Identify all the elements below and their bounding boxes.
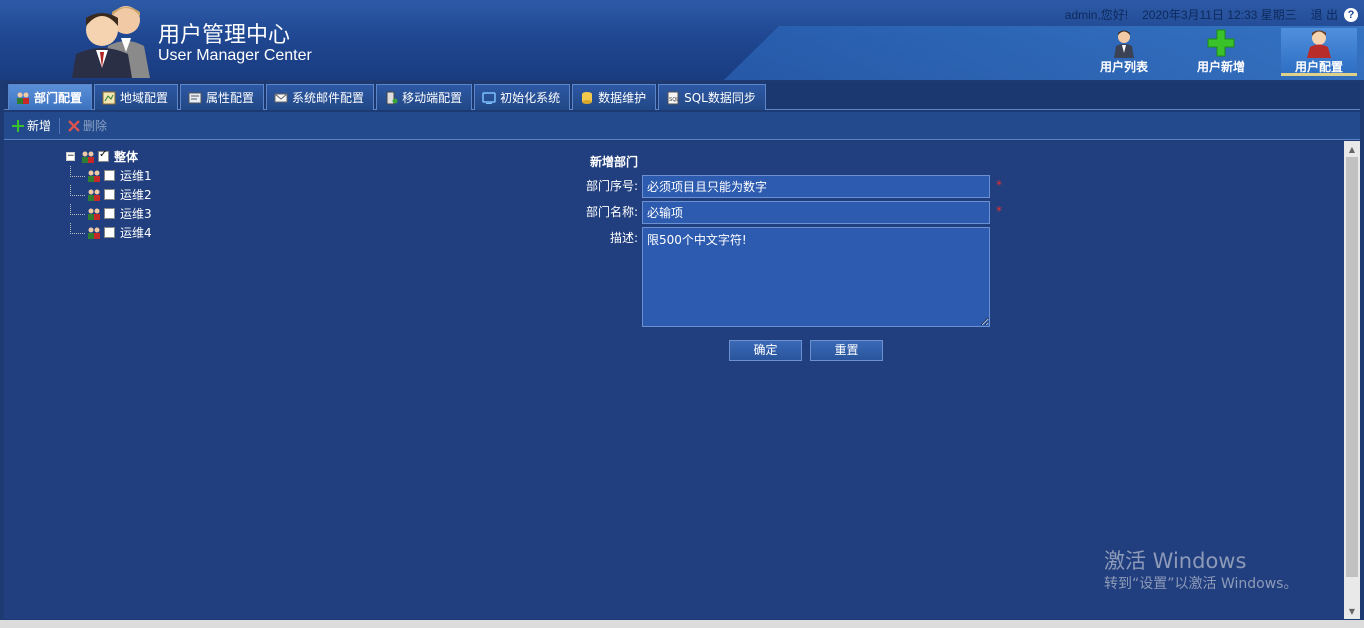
seq-label: 部门序号: bbox=[585, 179, 638, 193]
tree-node-label: 运维3 bbox=[120, 207, 152, 221]
seq-row: 部门序号: * bbox=[560, 175, 1002, 198]
activation-watermark-subtitle: 转到“设置”以激活 Windows。 bbox=[1104, 576, 1298, 592]
datetime-text: 2020年3月11日 12:33 星期三 bbox=[1142, 8, 1297, 22]
desc-label: 描述: bbox=[609, 231, 638, 245]
tab-label: 部门配置 bbox=[34, 91, 83, 105]
svg-text:SQL: SQL bbox=[669, 97, 679, 103]
tree-node[interactable]: 运维1 bbox=[86, 166, 152, 185]
name-input[interactable] bbox=[642, 201, 990, 224]
top-info-bar: admin,您好! 2020年3月11日 12:33 星期三 退 出 ? bbox=[1065, 6, 1358, 23]
tree-root-label: 整体 bbox=[114, 150, 139, 164]
add-button-label: 新增 bbox=[27, 119, 52, 133]
delete-icon bbox=[68, 119, 80, 132]
tab-mobile-config[interactable]: 移动端配置 bbox=[376, 84, 473, 110]
logout-link[interactable]: 退 出 bbox=[1311, 6, 1338, 23]
tab-label: 数据维护 bbox=[598, 91, 647, 105]
seq-input[interactable] bbox=[642, 175, 990, 198]
user-icon bbox=[1114, 30, 1134, 58]
tab-label: 地域配置 bbox=[120, 91, 169, 105]
attribute-icon bbox=[188, 92, 202, 103]
window-bottom-edge bbox=[0, 620, 1364, 628]
tree-node-label: 运维1 bbox=[120, 169, 152, 183]
app-title-cn: 用户管理中心 bbox=[158, 23, 291, 48]
app-title-en: User Manager Center bbox=[158, 47, 312, 64]
tree-node[interactable]: 运维2 bbox=[86, 185, 152, 204]
nav-user-list-label: 用户列表 bbox=[1099, 60, 1148, 74]
tree-node-checkbox[interactable] bbox=[104, 170, 115, 181]
header-decoration bbox=[724, 26, 1364, 80]
database-icon bbox=[582, 91, 593, 104]
users-logo-icon bbox=[72, 6, 150, 78]
tab-label: SQL数据同步 bbox=[684, 91, 756, 105]
toolbar: 新增 删除 bbox=[4, 112, 1360, 140]
greeting-text: admin,您好! bbox=[1064, 8, 1129, 22]
tab-attribute-config[interactable]: 属性配置 bbox=[180, 84, 265, 110]
nav-user-config-label: 用户配置 bbox=[1294, 60, 1343, 74]
department-icon bbox=[88, 170, 100, 182]
tree-root-node[interactable]: − 整体 bbox=[66, 147, 152, 166]
toolbar-divider bbox=[59, 117, 61, 134]
nav-user-config-button[interactable]: 用户配置 bbox=[1281, 28, 1357, 76]
required-mark: * bbox=[996, 178, 1002, 192]
config-tab-bar: 部门配置 地域配置 属性配置 系统邮件配置 移动端配置 初始化系统 数据维护 S… bbox=[4, 82, 1360, 110]
tab-region-config[interactable]: 地域配置 bbox=[94, 84, 179, 110]
desc-row: 描述: 限500个中文字符! bbox=[560, 227, 990, 327]
name-row: 部门名称: * bbox=[560, 201, 1002, 224]
tree-node-checkbox[interactable] bbox=[104, 227, 115, 238]
nav-user-add-button[interactable]: 用户新增 bbox=[1183, 28, 1259, 76]
tree-root-checkbox[interactable] bbox=[98, 149, 109, 162]
vertical-scrollbar[interactable]: ▲ ▼ bbox=[1344, 141, 1360, 619]
delete-button[interactable]: 删除 bbox=[66, 117, 115, 134]
tab-data-maintenance[interactable]: 数据维护 bbox=[572, 84, 657, 110]
add-icon bbox=[12, 119, 24, 132]
tab-init-system[interactable]: 初始化系统 bbox=[474, 84, 571, 110]
tree-node[interactable]: 运维3 bbox=[86, 204, 152, 223]
department-icon bbox=[17, 92, 29, 104]
tree-node-label: 运维2 bbox=[120, 188, 152, 202]
tab-system-mail-config[interactable]: 系统邮件配置 bbox=[266, 84, 375, 110]
add-button[interactable]: 新增 bbox=[10, 117, 59, 134]
tree-node-checkbox[interactable] bbox=[104, 189, 115, 200]
form-title: 新增部门 bbox=[590, 155, 639, 169]
tab-label: 系统邮件配置 bbox=[292, 91, 365, 105]
tab-label: 移动端配置 bbox=[402, 91, 463, 105]
scroll-up-icon[interactable]: ▲ bbox=[1344, 141, 1360, 157]
required-mark: * bbox=[996, 204, 1002, 218]
tree-node[interactable]: 运维4 bbox=[86, 223, 152, 242]
tab-department-config[interactable]: 部门配置 bbox=[8, 84, 93, 110]
department-tree: − 整体 运维1 运维2 运维3 bbox=[66, 147, 152, 242]
name-label: 部门名称: bbox=[585, 205, 638, 219]
tab-label: 属性配置 bbox=[206, 91, 255, 105]
department-icon bbox=[88, 208, 100, 220]
delete-button-label: 删除 bbox=[83, 119, 108, 133]
user-config-icon bbox=[1307, 30, 1331, 58]
scroll-thumb[interactable] bbox=[1346, 157, 1358, 577]
tab-label: 初始化系统 bbox=[500, 91, 561, 105]
department-icon bbox=[88, 189, 100, 201]
plus-icon bbox=[1207, 29, 1235, 57]
department-icon bbox=[82, 151, 94, 163]
nav-user-add-label: 用户新增 bbox=[1196, 60, 1245, 74]
tree-node-checkbox[interactable] bbox=[104, 208, 115, 219]
collapse-icon[interactable]: − bbox=[66, 152, 75, 161]
help-icon[interactable]: ? bbox=[1344, 7, 1358, 22]
region-icon bbox=[102, 91, 116, 104]
mail-icon bbox=[274, 93, 288, 102]
desc-textarea[interactable]: 限500个中文字符! bbox=[642, 227, 990, 327]
nav-user-list-button[interactable]: 用户列表 bbox=[1086, 28, 1162, 76]
activation-watermark-title: 激活 Windows bbox=[1104, 549, 1247, 573]
ok-button[interactable]: 确定 bbox=[729, 340, 802, 361]
init-icon bbox=[482, 91, 496, 104]
reset-button[interactable]: 重置 bbox=[810, 340, 883, 361]
app-header: 用户管理中心 User Manager Center admin,您好! 202… bbox=[0, 0, 1364, 80]
tree-node-label: 运维4 bbox=[120, 226, 152, 240]
sql-sync-icon: SQL bbox=[667, 91, 679, 104]
mobile-icon bbox=[386, 91, 398, 104]
department-icon bbox=[88, 227, 100, 239]
scroll-down-icon[interactable]: ▼ bbox=[1344, 603, 1360, 619]
tab-sql-sync[interactable]: SQL SQL数据同步 bbox=[658, 84, 766, 110]
